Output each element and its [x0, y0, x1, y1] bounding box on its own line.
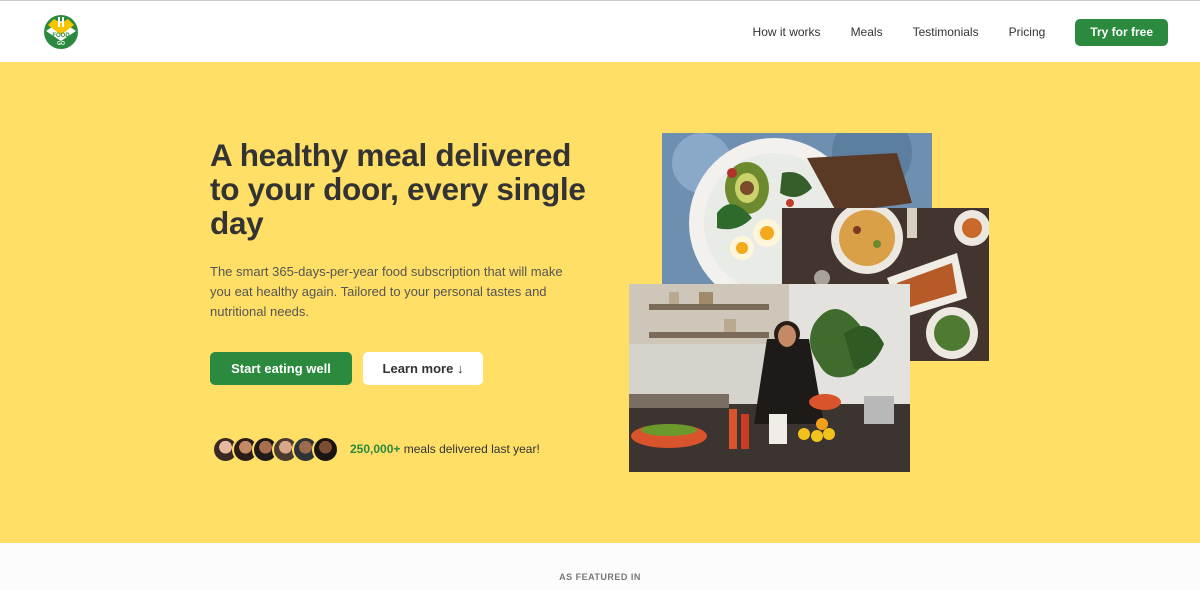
- svg-text:GO: GO: [57, 41, 65, 47]
- meals-delivered-number: 250,000+: [350, 442, 401, 456]
- hero-title: A healthy meal delivered to your door, e…: [210, 137, 586, 241]
- nav-pricing[interactable]: Pricing: [1009, 18, 1046, 46]
- start-eating-well-button[interactable]: Start eating well: [210, 352, 352, 385]
- nav-testimonials[interactable]: Testimonials: [913, 18, 979, 46]
- nav-meals[interactable]: Meals: [851, 18, 883, 46]
- meals-delivered-text: meals delivered last year!: [400, 442, 540, 456]
- nav-how-it-works[interactable]: How it works: [753, 18, 821, 46]
- hero-description: The smart 365-days-per-year food subscri…: [210, 264, 563, 319]
- hero-section: A healthy meal delivered to your door, e…: [0, 62, 1200, 543]
- customer-avatars: [212, 436, 339, 463]
- learn-more-button[interactable]: Learn more ↓: [363, 352, 483, 385]
- featured-section: AS FEATURED IN: [0, 543, 1200, 590]
- meals-delivered-stat: 250,000+ meals delivered last year!: [350, 442, 540, 456]
- avatar: [312, 436, 339, 463]
- site-header: FOOD GO How it works Meals Testimonials …: [0, 0, 1200, 62]
- svg-text:FOOD: FOOD: [52, 33, 70, 39]
- food-go-logo[interactable]: FOOD GO: [40, 11, 82, 53]
- try-for-free-button[interactable]: Try for free: [1075, 18, 1168, 46]
- woman-cooking-photo: [629, 284, 910, 472]
- featured-label: AS FEATURED IN: [559, 572, 641, 582]
- main-nav: How it works Meals Testimonials Pricing …: [753, 18, 1168, 46]
